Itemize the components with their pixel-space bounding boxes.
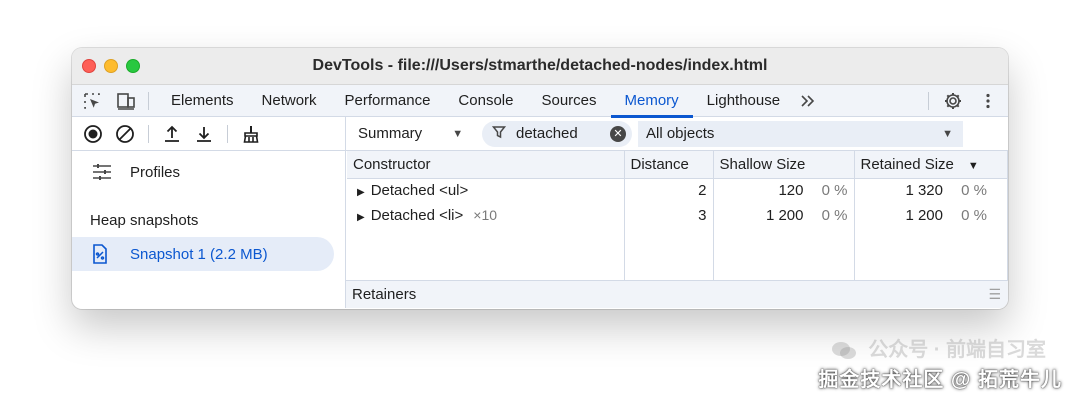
profile-actions	[72, 117, 346, 150]
record-icon[interactable]	[80, 121, 106, 147]
collect-garbage-icon[interactable]	[238, 121, 264, 147]
drag-handle-icon[interactable]: ☰	[988, 286, 1001, 303]
memory-panel: Profiles Heap snapshots Snapshot 1 (2.2 …	[72, 151, 1008, 308]
profiles-sidebar: Profiles Heap snapshots Snapshot 1 (2.2 …	[72, 151, 346, 308]
tab-console[interactable]: Console	[444, 85, 527, 117]
watermark-faint-text: 公众号 · 前端自习室	[868, 339, 1046, 361]
snapshot-item[interactable]: Snapshot 1 (2.2 MB)	[72, 237, 334, 271]
shallow-size-value: 120	[778, 182, 804, 200]
wechat-logo-icon	[831, 341, 856, 359]
view-controls: Summary ▼ detached ✕ All objects ▼	[346, 117, 1008, 150]
retainers-label: Retainers	[352, 286, 417, 303]
column-label: Distance	[630, 155, 689, 173]
objects-select-value: All objects	[646, 125, 715, 142]
retained-size-value: 1 320	[905, 182, 943, 200]
more-tabs-icon[interactable]	[794, 87, 822, 115]
shallow-size-percent: 0 %	[821, 182, 848, 200]
heap-summary: Constructor Distance Shallow Size Retain…	[346, 151, 1008, 308]
tab-label: Memory	[624, 92, 679, 109]
tab-label: Elements	[171, 92, 234, 109]
kebab-menu-icon[interactable]	[974, 87, 1002, 115]
inspect-element-icon[interactable]	[78, 87, 106, 115]
empty-row	[347, 228, 1008, 280]
shallow-size-value: 1 200	[765, 207, 804, 224]
expand-triangle-icon[interactable]: ▶	[357, 212, 365, 223]
column-retained-size[interactable]: Retained Size ▼	[854, 151, 1008, 179]
tab-label: Network	[261, 92, 317, 109]
clear-all-icon[interactable]	[112, 121, 138, 147]
view-select-value: Summary	[358, 125, 423, 142]
toolbar-separator	[227, 124, 228, 143]
save-profile-icon[interactable]	[191, 121, 217, 147]
device-toolbar-icon[interactable]	[112, 87, 140, 115]
tab-separator	[148, 91, 149, 110]
settings-gear-icon[interactable]	[939, 87, 967, 115]
instance-count: ×10	[473, 207, 498, 223]
table-row[interactable]: ▶ Detached <li> ×10 3 1 200 0 % 1 200 0 %	[347, 203, 1008, 228]
retained-size-value: 1 200	[905, 207, 943, 224]
traffic-lights	[82, 59, 140, 73]
memory-toolbar: Summary ▼ detached ✕ All objects ▼	[72, 117, 1008, 151]
tab-memory[interactable]: Memory	[610, 85, 693, 118]
column-label: Constructor	[353, 155, 431, 173]
tab-elements[interactable]: Elements	[157, 85, 248, 117]
tune-sliders-icon	[92, 163, 112, 181]
caret-down-icon: ▼	[942, 127, 953, 140]
sort-descending-icon: ▼	[967, 159, 979, 172]
objects-select[interactable]: All objects ▼	[638, 120, 963, 147]
class-filter[interactable]: detached ✕	[482, 120, 632, 147]
summary-table: Constructor Distance Shallow Size Retain…	[347, 151, 1008, 280]
tab-lighthouse[interactable]: Lighthouse	[693, 85, 794, 117]
close-window-button[interactable]	[82, 59, 96, 73]
tab-label: Console	[458, 92, 514, 109]
column-label: Shallow Size	[719, 155, 806, 173]
distance-value: 3	[698, 207, 707, 224]
table-row[interactable]: ▶ Detached <ul> 2 120 0 % 1 320 0 %	[347, 178, 1008, 203]
watermark-faint: 公众号 · 前端自习室	[831, 333, 1046, 362]
heap-snapshots-heading: Heap snapshots	[90, 211, 199, 229]
retained-size-percent: 0 %	[961, 182, 987, 200]
minimize-window-button[interactable]	[104, 59, 118, 73]
constructor-name: Detached <li>	[370, 207, 464, 224]
column-constructor[interactable]: Constructor	[347, 151, 625, 179]
load-profile-icon[interactable]	[159, 121, 185, 147]
tab-label: Lighthouse	[706, 92, 781, 109]
tab-sources[interactable]: Sources	[527, 85, 610, 117]
retained-size-percent: 0 %	[961, 207, 987, 224]
expand-triangle-icon[interactable]: ▶	[357, 187, 365, 198]
column-distance[interactable]: Distance	[624, 151, 714, 179]
shallow-size-percent: 0 %	[821, 207, 848, 224]
toolbar-separator	[148, 124, 149, 143]
retainers-pane-header[interactable]: Retainers ☰	[346, 280, 1008, 308]
column-label: Retained Size	[860, 155, 954, 173]
caret-down-icon: ▼	[452, 127, 464, 140]
tab-network[interactable]: Network	[248, 85, 331, 117]
constructor-name: Detached <ul>	[370, 182, 469, 200]
column-shallow-size[interactable]: Shallow Size	[713, 151, 855, 179]
devtools-window: DevTools - file:///Users/stmarthe/detach…	[72, 48, 1008, 309]
title-bar: DevTools - file:///Users/stmarthe/detach…	[72, 48, 1008, 85]
tab-label: Performance	[344, 92, 431, 109]
window-title: DevTools - file:///Users/stmarthe/detach…	[312, 57, 768, 74]
profiles-item[interactable]: Profiles	[72, 155, 345, 189]
tab-label: Sources	[541, 92, 597, 109]
watermark: 掘金技术社区 @ 拓荒牛儿	[818, 369, 1062, 391]
tab-separator	[928, 91, 929, 110]
class-filter-value: detached	[516, 125, 578, 142]
tab-performance[interactable]: Performance	[331, 85, 445, 117]
view-select[interactable]: Summary ▼	[354, 125, 474, 142]
snapshot-label: Snapshot 1 (2.2 MB)	[130, 245, 268, 263]
snapshot-file-icon	[92, 244, 112, 264]
clear-filter-icon[interactable]: ✕	[610, 125, 626, 142]
heap-grid: Constructor Distance Shallow Size Retain…	[346, 151, 1008, 280]
filter-icon	[491, 125, 508, 143]
panel-tab-bar: Elements Network Performance Console Sou…	[72, 85, 1008, 118]
profiles-label: Profiles	[130, 163, 181, 181]
distance-value: 2	[698, 182, 707, 200]
maximize-window-button[interactable]	[126, 59, 140, 73]
